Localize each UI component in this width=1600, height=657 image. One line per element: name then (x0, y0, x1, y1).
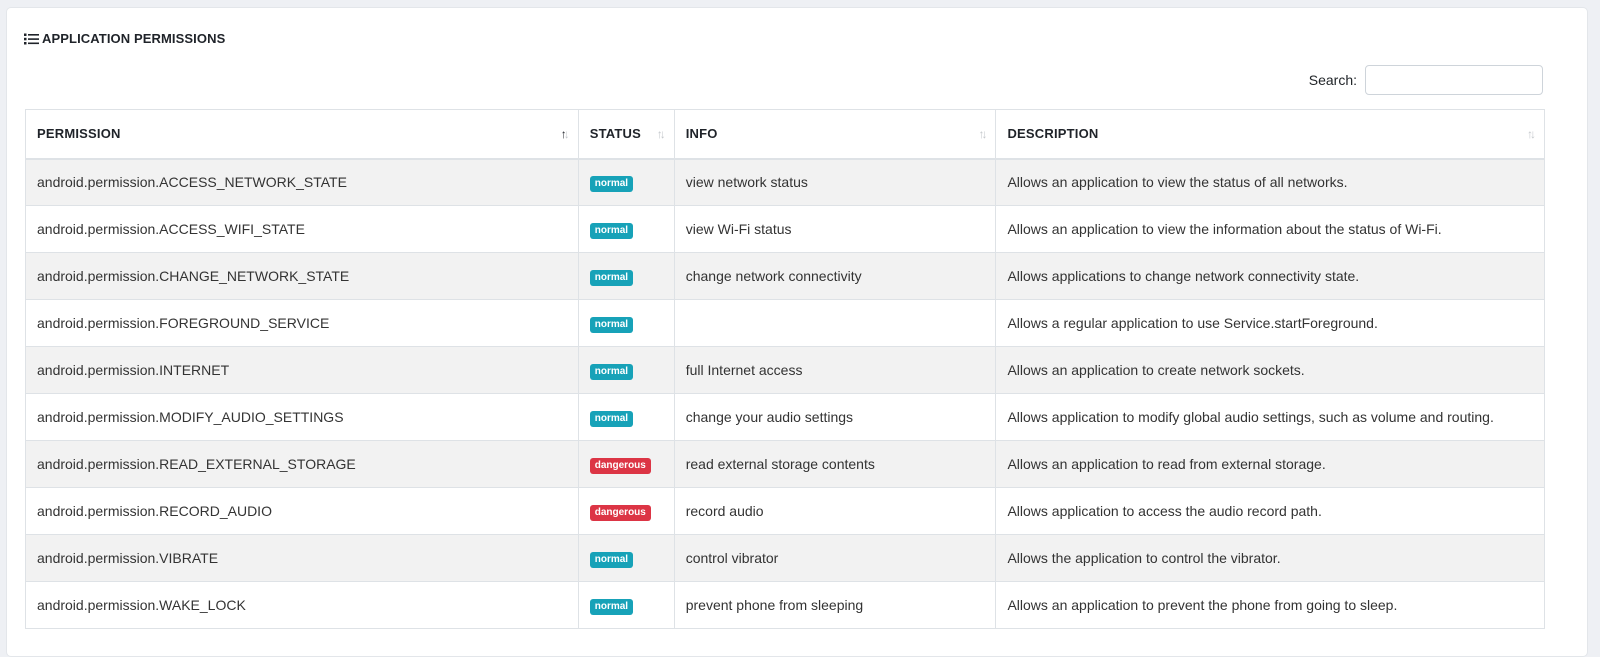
permission-cell: android.permission.WAKE_LOCK (25, 581, 579, 629)
search-area: Search: (1309, 65, 1543, 95)
table-row: android.permission.READ_EXTERNAL_STORAGE… (25, 440, 1545, 488)
status-cell: dangerous (577, 440, 675, 488)
info-cell: view network status (673, 158, 997, 206)
sort-icon[interactable]: ↑↓ (657, 127, 666, 141)
info-cell: control vibrator (673, 534, 997, 582)
status-badge: normal (589, 363, 634, 380)
table-row: android.permission.ACCESS_WIFI_STATE norm… (25, 205, 1545, 253)
status-badge: normal (589, 269, 634, 286)
table-row: android.permission.ACCESS_NETWORK_STATE n… (25, 158, 1545, 206)
status-badge: normal (589, 316, 634, 333)
description-cell: Allows an application to view the status… (995, 158, 1545, 206)
permission-cell: android.permission.INTERNET (25, 346, 579, 394)
status-cell: normal (577, 581, 675, 629)
description-cell: Allows an application to create network … (995, 346, 1545, 394)
sort-icon[interactable]: ↑↓ (978, 127, 987, 141)
info-cell: full Internet access (673, 346, 997, 394)
permission-cell: android.permission.MODIFY_AUDIO_SETTINGS (25, 393, 579, 441)
search-label: Search: (1308, 72, 1357, 88)
sort-icon[interactable]: ↑↓ (1527, 127, 1536, 141)
permission-cell: android.permission.ACCESS_NETWORK_STATE (25, 158, 579, 206)
card-title: APPLICATION PERMISSIONS (24, 31, 225, 46)
status-badge: dangerous (589, 504, 651, 521)
table-row: android.permission.VIBRATE normal control … (25, 534, 1545, 582)
status-badge: normal (589, 551, 634, 568)
status-cell: normal (577, 534, 675, 582)
column-header-label: PERMISSION (37, 126, 121, 142)
status-badge: normal (589, 175, 634, 192)
status-badge: normal (589, 410, 634, 427)
info-cell: view Wi-Fi status (673, 205, 997, 253)
info-cell: read external storage contents (673, 440, 997, 488)
table-row: android.permission.WAKE_LOCK normal preven… (25, 581, 1545, 629)
description-cell: Allows application to access the audio r… (995, 487, 1545, 535)
list-icon (24, 33, 39, 45)
description-cell: Allows an application to prevent the pho… (995, 581, 1545, 629)
column-header-description[interactable]: DESCRIPTION ↑↓ (995, 109, 1545, 160)
info-cell: prevent phone from sleeping (673, 581, 997, 629)
card-title-text: APPLICATION PERMISSIONS (42, 31, 226, 46)
status-badge: normal (589, 598, 634, 615)
status-cell: dangerous (577, 487, 675, 535)
column-header-status[interactable]: STATUS ↑↓ (577, 109, 675, 160)
status-badge: dangerous (589, 457, 651, 474)
permissions-table: PERMISSION ↑↓ STATUS ↑↓ INFO ↑↓ DESCRIPT… (25, 109, 1545, 629)
status-cell: normal (577, 158, 675, 206)
description-cell: Allows applications to change network co… (995, 252, 1545, 300)
permission-cell: android.permission.ACCESS_WIFI_STATE (25, 205, 579, 253)
status-badge: normal (589, 222, 634, 239)
table-header-row: PERMISSION ↑↓ STATUS ↑↓ INFO ↑↓ DESCRIPT… (25, 109, 1545, 160)
permission-cell: android.permission.VIBRATE (25, 534, 579, 582)
description-cell: Allows an application to view the inform… (995, 205, 1545, 253)
description-cell: Allows an application to read from exter… (995, 440, 1545, 488)
permissions-card: APPLICATION PERMISSIONS Search: PERMISSI… (6, 7, 1588, 657)
column-header-label: DESCRIPTION (1007, 126, 1099, 142)
status-cell: normal (577, 393, 675, 441)
column-header-info[interactable]: INFO ↑↓ (673, 109, 997, 160)
column-header-permission[interactable]: PERMISSION ↑↓ (25, 109, 579, 160)
permission-cell: android.permission.FOREGROUND_SERVICE (25, 299, 579, 347)
column-header-label: INFO (685, 126, 718, 142)
info-cell: change network connectivity (673, 252, 997, 300)
table-row: android.permission.FOREGROUND_SERVICE nor… (25, 299, 1545, 347)
status-cell: normal (577, 299, 675, 347)
permission-cell: android.permission.READ_EXTERNAL_STORAGE (25, 440, 579, 488)
info-cell: change your audio settings (673, 393, 997, 441)
table-body: android.permission.ACCESS_NETWORK_STATEn… (25, 158, 1545, 629)
permission-cell: android.permission.CHANGE_NETWORK_STATE (25, 252, 579, 300)
status-cell: normal (577, 205, 675, 253)
table-row: android.permission.INTERNET normal full In… (25, 346, 1545, 394)
info-cell (673, 299, 997, 347)
status-cell: normal (577, 252, 675, 300)
permission-cell: android.permission.RECORD_AUDIO (25, 487, 579, 535)
status-cell: normal (577, 346, 675, 394)
info-cell: record audio (673, 487, 997, 535)
description-cell: Allows a regular application to use Serv… (995, 299, 1545, 347)
table-row: android.permission.MODIFY_AUDIO_SETTINGS… (25, 393, 1545, 441)
description-cell: Allows the application to control the vi… (995, 534, 1545, 582)
table-row: android.permission.RECORD_AUDIO dangerous… (25, 487, 1545, 535)
sort-ascending-icon[interactable]: ↑↓ (561, 127, 570, 141)
table-row: android.permission.CHANGE_NETWORK_STATE n… (25, 252, 1545, 300)
description-cell: Allows application to modify global audi… (995, 393, 1545, 441)
search-input[interactable] (1365, 65, 1543, 95)
column-header-label: STATUS (589, 126, 642, 142)
